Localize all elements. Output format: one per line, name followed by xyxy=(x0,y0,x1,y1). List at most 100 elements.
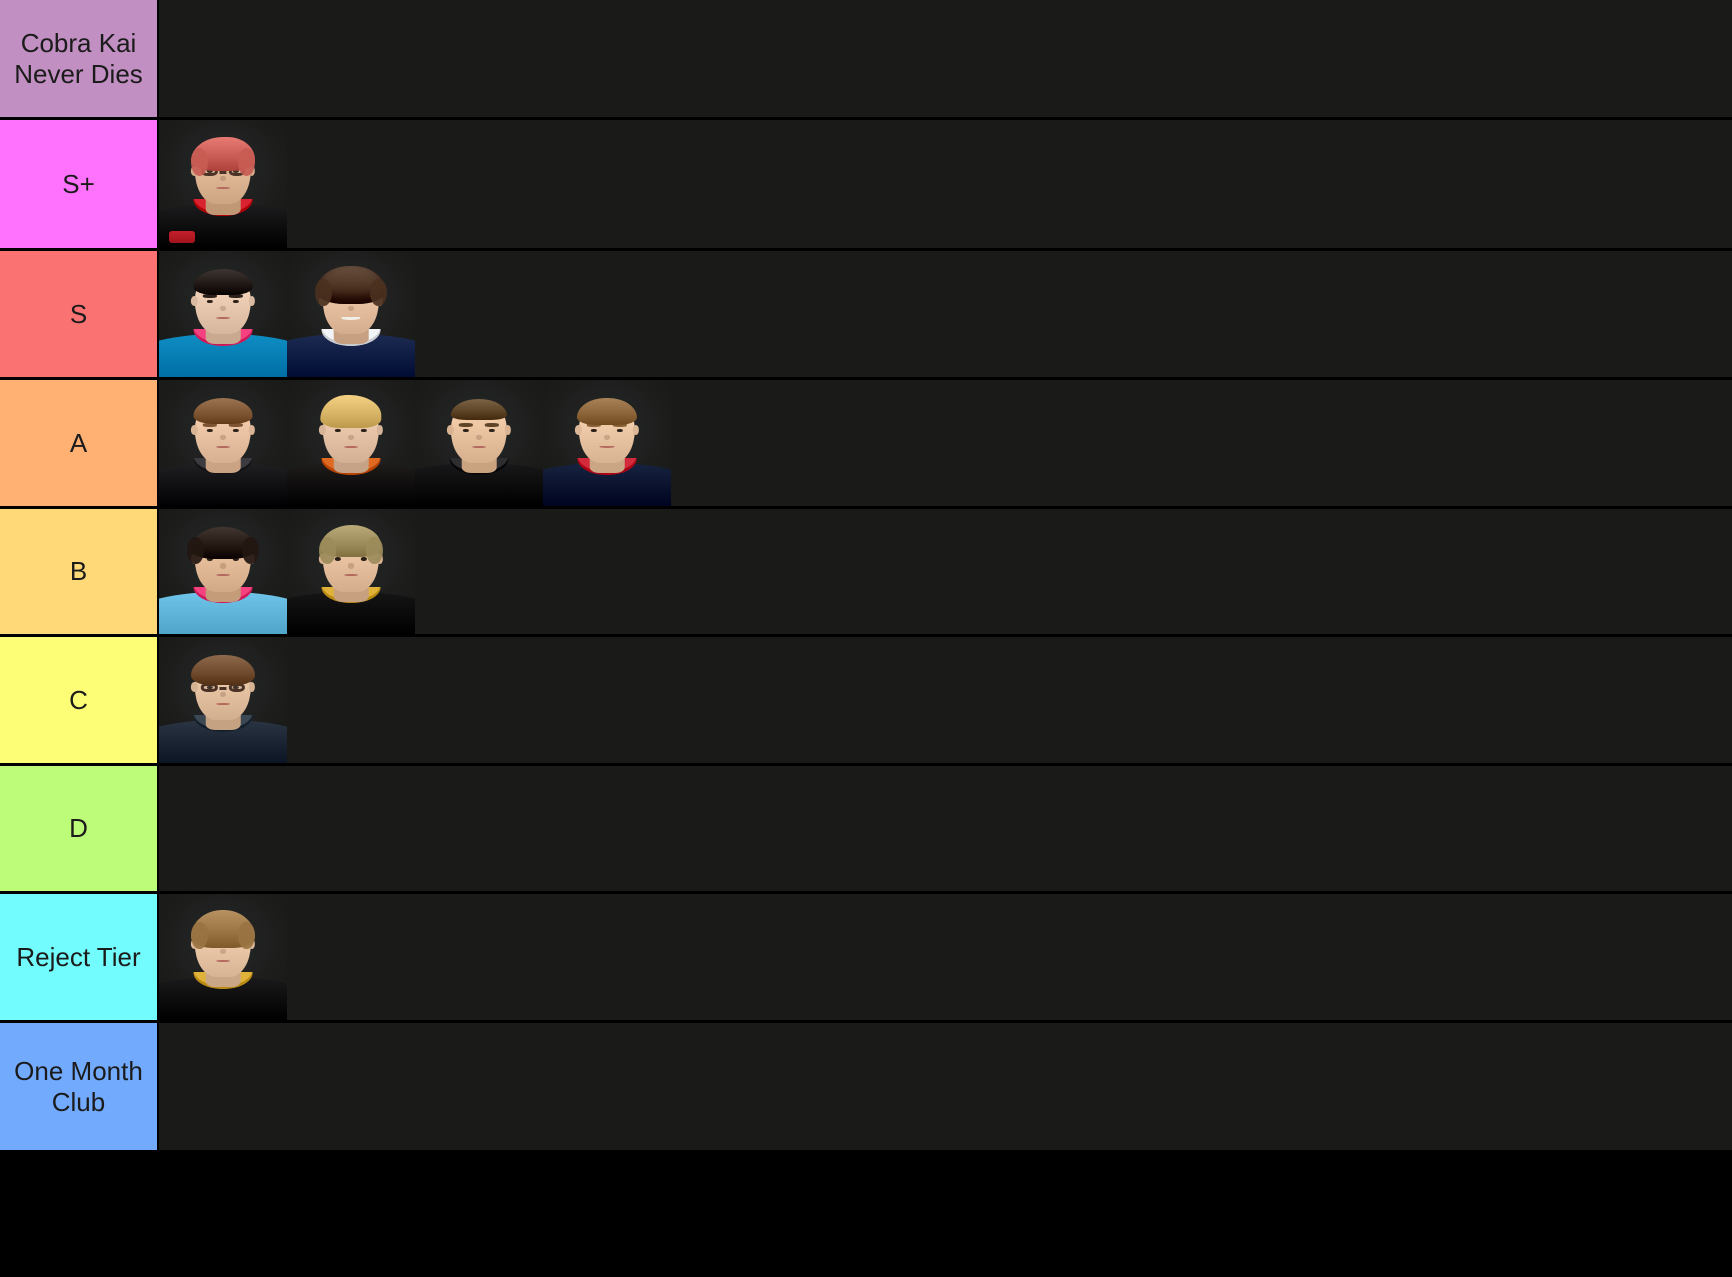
nose xyxy=(220,175,226,182)
tier-label-s[interactable]: S xyxy=(0,251,159,377)
eye xyxy=(207,299,213,303)
ear xyxy=(446,425,454,436)
eyebrow xyxy=(485,423,499,427)
tier-label-one-month-club[interactable]: One Month Club xyxy=(0,1023,159,1150)
tier-label-b[interactable]: B xyxy=(0,509,159,634)
tier-label-text: S+ xyxy=(62,168,95,199)
tier-label-d[interactable]: D xyxy=(0,766,159,891)
tier-items-reject-tier[interactable] xyxy=(159,894,1732,1020)
mouth xyxy=(344,445,358,448)
eyebrow xyxy=(203,294,217,298)
tier-items-c[interactable] xyxy=(159,637,1732,763)
tier-label-a[interactable]: A xyxy=(0,380,159,506)
tier-label-text: A xyxy=(69,427,88,458)
eye xyxy=(463,428,469,432)
eye xyxy=(335,428,341,432)
glasses-bridge xyxy=(219,686,227,690)
hair xyxy=(193,397,253,425)
tier-items-one-month-club[interactable] xyxy=(159,1023,1732,1150)
tier-label-text: Cobra Kai Never Dies xyxy=(14,27,143,89)
hair-side xyxy=(370,278,387,307)
player-portrait[interactable] xyxy=(287,509,415,634)
nose xyxy=(348,563,354,569)
player-portrait[interactable] xyxy=(415,380,543,506)
ear xyxy=(318,425,326,436)
hair xyxy=(191,654,255,685)
tier-row-b: B xyxy=(0,509,1732,637)
hair-side xyxy=(319,536,336,564)
nose xyxy=(220,948,226,955)
tier-label-text: B xyxy=(69,556,88,587)
tier-row-s: S xyxy=(0,251,1732,380)
tier-label-text: S xyxy=(69,298,88,329)
tier-list: Cobra Kai Never Dies S+ S A B C D Reject Tier On… xyxy=(0,0,1732,1277)
tier-row-a: A xyxy=(0,380,1732,509)
tier-row-cobra-kai-never-dies: Cobra Kai Never Dies xyxy=(0,0,1732,120)
player-portrait[interactable] xyxy=(159,251,287,377)
hair-side xyxy=(366,536,383,564)
nose xyxy=(220,691,226,698)
eye xyxy=(361,428,367,432)
tier-items-cobra-kai-never-dies[interactable] xyxy=(159,0,1732,117)
nose xyxy=(348,305,354,312)
mouth xyxy=(216,316,230,319)
player-portrait[interactable] xyxy=(159,509,287,634)
tier-row-s-plus: S+ xyxy=(0,120,1732,251)
eye xyxy=(233,428,239,432)
eyebrow xyxy=(229,423,243,427)
mouth xyxy=(216,186,230,189)
player-portrait[interactable] xyxy=(287,251,415,377)
tier-items-s[interactable] xyxy=(159,251,1732,377)
tier-row-d: D xyxy=(0,766,1732,894)
player-portrait[interactable] xyxy=(159,894,287,1020)
ear xyxy=(190,296,198,307)
eyebrow xyxy=(229,294,243,298)
mouth xyxy=(599,445,615,449)
ear xyxy=(190,425,198,436)
sponsor-logo-red-bull xyxy=(169,231,195,243)
tier-label-s-plus[interactable]: S+ xyxy=(0,120,159,248)
mouth xyxy=(341,316,361,321)
tier-items-s-plus[interactable] xyxy=(159,120,1732,248)
mouth xyxy=(472,445,486,448)
ear xyxy=(574,425,582,436)
tier-row-reject-tier: Reject Tier xyxy=(0,894,1732,1023)
eye xyxy=(361,557,367,561)
mouth xyxy=(344,574,358,577)
tier-label-reject-tier[interactable]: Reject Tier xyxy=(0,894,159,1020)
eye xyxy=(489,428,495,432)
player-portrait[interactable] xyxy=(543,380,671,506)
mouth xyxy=(216,574,230,577)
tier-row-c: C xyxy=(0,637,1732,766)
tier-label-text: Reject Tier xyxy=(16,941,141,972)
tier-items-d[interactable] xyxy=(159,766,1732,891)
hair-side xyxy=(242,536,259,564)
hair-side xyxy=(191,921,208,950)
player-portrait[interactable] xyxy=(159,380,287,506)
tier-label-text: C xyxy=(69,684,88,715)
tier-label-cobra-kai-never-dies[interactable]: Cobra Kai Never Dies xyxy=(0,0,159,117)
player-portrait[interactable] xyxy=(159,120,287,248)
tier-label-text: D xyxy=(69,813,88,844)
nose xyxy=(220,305,226,312)
hair-side xyxy=(315,278,332,307)
eye xyxy=(591,428,597,432)
nose xyxy=(604,434,610,441)
nose xyxy=(220,563,226,569)
eyebrow xyxy=(459,423,473,427)
hair xyxy=(193,268,253,296)
player-portrait[interactable] xyxy=(287,380,415,506)
nose xyxy=(348,434,354,441)
eye xyxy=(617,428,623,432)
tier-label-text: One Month Club xyxy=(14,1055,143,1117)
tier-label-c[interactable]: C xyxy=(0,637,159,763)
tier-row-one-month-club: One Month Club xyxy=(0,1023,1732,1150)
player-portrait[interactable] xyxy=(159,637,287,763)
nose xyxy=(220,434,226,441)
tier-items-b[interactable] xyxy=(159,509,1732,634)
eye xyxy=(207,428,213,432)
tier-items-a[interactable] xyxy=(159,380,1732,506)
hair-side xyxy=(191,148,208,177)
mouth xyxy=(216,959,230,962)
mouth xyxy=(216,445,230,448)
